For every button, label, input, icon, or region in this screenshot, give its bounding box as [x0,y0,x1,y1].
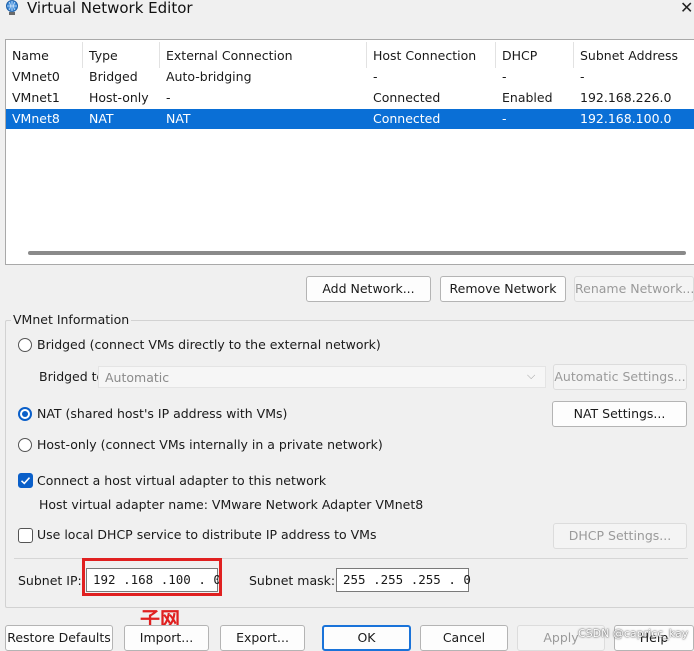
subnet-mask-input[interactable]: 255 .255 .255 . 0 [336,568,471,592]
cell-type: Host-only [89,90,149,105]
column-separator [366,42,367,68]
subnet-ip-label: Subnet IP: [18,573,82,588]
csdn-watermark: CSDN @capricc_kay [578,627,689,640]
bridged-to-select[interactable]: Automatic ⌵ [98,366,546,388]
column-header-host[interactable]: Host Connection [373,48,476,68]
bridged-label: Bridged (connect VMs directly to the ext… [37,337,381,352]
cell-dhcp: - [502,69,507,84]
horizontal-scrollbar[interactable] [28,251,686,255]
subnet-mask-label: Subnet mask: [249,573,336,588]
table-row[interactable]: VMnet0 Bridged Auto-bridging - - - [6,67,694,87]
restore-defaults-button[interactable]: Restore Defaults [5,625,113,651]
column-header-external[interactable]: External Connection [166,48,293,68]
group-label: VMnet Information [11,312,132,327]
dhcp-label: Use local DHCP service to distribute IP … [37,527,377,542]
column-separator [495,42,496,68]
bridged-to-value: Automatic [105,370,170,385]
table-row[interactable]: VMnet1 Host-only - Connected Enabled 192… [6,88,694,108]
cell-name: VMnet8 [12,111,60,126]
add-network-button[interactable]: Add Network... [306,276,431,302]
close-icon[interactable]: ✕ [680,0,693,17]
cell-host: - [373,69,378,84]
import-button[interactable]: Import... [124,625,209,651]
automatic-settings-button[interactable]: Automatic Settings... [553,364,687,390]
cell-external: NAT [166,111,191,126]
cell-name: VMnet1 [12,90,60,105]
cell-type: Bridged [89,69,138,84]
cell-subnet: 192.168.226.0 [580,90,672,105]
network-globe-icon [6,0,18,15]
cell-external: Auto-bridging [166,69,252,84]
cell-external: - [166,90,171,105]
column-separator [159,42,160,68]
cell-host: Connected [373,111,441,126]
host-only-radio[interactable] [18,438,32,452]
checkmark-icon [20,477,31,485]
column-header-dhcp[interactable]: DHCP [502,48,537,68]
chevron-down-icon: ⌵ [527,369,536,382]
bridged-radio[interactable] [18,338,32,352]
column-header-subnet[interactable]: Subnet Address [580,48,678,68]
title-bar: Virtual Network Editor ✕ [0,0,694,20]
highlight-box [82,558,222,596]
cell-subnet: 192.168.100.0 [580,111,672,126]
connect-adapter-checkbox[interactable] [18,473,33,488]
nat-settings-button[interactable]: NAT Settings... [552,401,687,427]
network-list[interactable]: Name Type External Connection Host Conne… [5,39,694,265]
cell-type: NAT [89,111,114,126]
remove-network-button[interactable]: Remove Network [440,276,566,302]
ok-button[interactable]: OK [322,625,411,651]
cell-dhcp: Enabled [502,90,553,105]
connect-adapter-label: Connect a host virtual adapter to this n… [37,473,327,488]
dhcp-checkbox[interactable] [18,528,33,543]
nat-label: NAT (shared host's IP address with VMs) [37,406,288,421]
column-header-type[interactable]: Type [89,48,118,68]
cancel-button[interactable]: Cancel [420,625,508,651]
column-separator [82,42,83,68]
cell-dhcp: - [502,111,507,126]
rename-network-button[interactable]: Rename Network... [574,276,694,302]
column-separator [573,42,574,68]
column-header-name[interactable]: Name [12,48,49,68]
host-only-label: Host-only (connect VMs internally in a p… [37,437,383,452]
cell-subnet: - [580,69,585,84]
cell-name: VMnet0 [12,69,60,84]
export-button[interactable]: Export... [220,625,305,651]
adapter-name-text: Host virtual adapter name: VMware Networ… [39,497,424,512]
table-row-selected[interactable]: VMnet8 NAT NAT Connected - 192.168.100.0 [6,109,694,129]
nat-radio[interactable] [18,407,32,421]
window-title: Virtual Network Editor [27,0,193,17]
cell-host: Connected [373,90,441,105]
dhcp-settings-button[interactable]: DHCP Settings... [553,523,687,549]
